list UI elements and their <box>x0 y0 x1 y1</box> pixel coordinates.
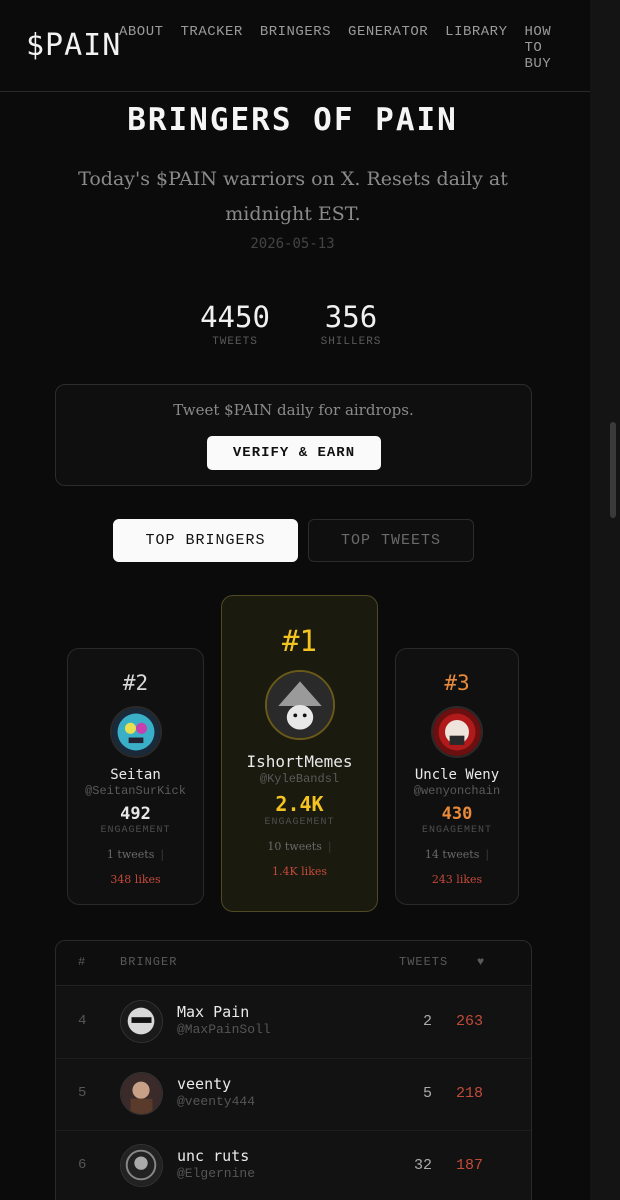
row-name[interactable]: veenty <box>177 1075 231 1093</box>
verify-message: Tweet $PAIN daily for airdrops. <box>173 401 414 419</box>
separator: | <box>485 848 490 861</box>
nav-link-generator[interactable]: GENERATOR <box>348 24 428 72</box>
stat-tweets-value: 4450 <box>200 300 270 334</box>
row-position: 6 <box>78 1157 87 1173</box>
avatar <box>120 1072 163 1115</box>
page-subtitle: Today's $PAIN warriors on X. Resets dail… <box>78 168 508 225</box>
tweet-count: 1 tweets | <box>68 848 203 861</box>
likes-count: 1.4K likes <box>271 865 328 878</box>
header-tweets: TWEETS <box>399 955 449 969</box>
tweet-count-text: 10 tweets <box>267 840 322 853</box>
nav-link-about[interactable]: ABOUT <box>119 24 164 72</box>
engagement-label: ENGAGEMENT <box>421 825 492 836</box>
header-pos: # <box>78 955 87 969</box>
avatar-seitan-icon <box>111 708 160 756</box>
username[interactable]: Uncle Weny <box>396 767 518 783</box>
stat-tweets: 4450 TWEETS <box>192 300 278 348</box>
avatar <box>120 1000 163 1043</box>
verify-panel: Tweet $PAIN daily for airdrops. VERIFY &… <box>55 384 532 486</box>
row-tweets: 32 <box>413 1157 432 1174</box>
stat-shillers-label: SHILLERS <box>320 336 382 348</box>
podium-card-third[interactable]: #3 Uncle Weny @wenyonchain 430 ENGAGEMEN… <box>395 648 519 905</box>
table-row[interactable]: 6 unc ruts @Elgernine 32 187 <box>56 1131 531 1200</box>
row-likes: 218 <box>456 1085 484 1102</box>
tweet-count: 14 tweets | <box>396 848 518 861</box>
likes-count: 243 likes <box>431 873 483 886</box>
nav-link-library[interactable]: LIBRARY <box>445 24 507 72</box>
row-likes: 263 <box>456 1013 484 1030</box>
header-bringer: BRINGER <box>120 955 178 969</box>
table-row[interactable]: 4 Max Pain @MaxPainSoll 2 263 <box>56 987 531 1059</box>
row-name[interactable]: unc ruts <box>177 1147 249 1165</box>
table-header: # BRINGER TWEETS ♥ <box>56 941 531 986</box>
engagement-value: 492 <box>120 804 151 824</box>
separator: | <box>327 840 332 853</box>
row-name[interactable]: Max Pain <box>177 1003 249 1021</box>
engagement-value: 2.4K <box>275 792 324 816</box>
current-date: 2026-05-13 <box>250 236 335 252</box>
page-title: BRINGERS OF PAIN <box>127 102 458 138</box>
rank-label: #2 <box>122 671 149 695</box>
avatar-uncruts-icon <box>121 1145 162 1186</box>
row-tweets: 2 <box>422 1013 432 1030</box>
scrollbar-thumb[interactable] <box>610 422 616 518</box>
tweet-count: 10 tweets | <box>222 840 377 853</box>
header-likes-heart-icon: ♥ <box>477 955 486 969</box>
user-handle[interactable]: @wenyonchain <box>396 784 518 798</box>
engagement-value: 430 <box>441 804 473 824</box>
row-tweets: 5 <box>422 1085 432 1102</box>
avatar-veenty-icon <box>121 1073 162 1114</box>
nav-link-how-to-buy[interactable]: HOW TO BUY <box>524 24 558 72</box>
nav-link-tracker[interactable]: TRACKER <box>181 24 243 72</box>
row-position: 5 <box>78 1085 87 1101</box>
engagement-label: ENGAGEMENT <box>100 825 171 836</box>
stat-tweets-label: TWEETS <box>212 336 258 348</box>
tab-top-tweets[interactable]: TOP TWEETS <box>308 519 474 562</box>
likes-count: 348 likes <box>110 873 161 886</box>
username[interactable]: Seitan <box>68 767 203 783</box>
avatar-uncleweny-icon <box>433 708 481 756</box>
row-position: 4 <box>78 1013 87 1029</box>
row-handle[interactable]: @veenty444 <box>177 1094 255 1109</box>
tab-top-bringers[interactable]: TOP BRINGERS <box>113 519 298 562</box>
nav-links: ABOUT TRACKER BRINGERS GENERATOR LIBRARY… <box>119 24 617 72</box>
page-scrollbar[interactable] <box>590 0 620 1200</box>
separator: | <box>160 848 165 861</box>
username[interactable]: IshortMemes <box>222 752 377 771</box>
row-handle[interactable]: @Elgernine <box>177 1166 255 1181</box>
tweet-count-text: 1 tweets <box>106 848 155 861</box>
avatar <box>109 706 162 758</box>
top-nav: $PAIN ABOUT TRACKER BRINGERS GENERATOR L… <box>0 0 617 92</box>
site-logo[interactable]: $PAIN <box>26 28 121 63</box>
table-row[interactable]: 5 veenty @veenty444 5 218 <box>56 1059 531 1131</box>
avatar <box>264 670 335 740</box>
tweet-count-text: 14 tweets <box>424 848 480 861</box>
leaderboard-table: # BRINGER TWEETS ♥ 4 Max Pain @MaxPainSo… <box>55 940 532 1200</box>
user-handle[interactable]: @SeitanSurKick <box>68 784 203 798</box>
avatar-maxpain-icon <box>121 1001 162 1042</box>
avatar <box>431 706 483 758</box>
nav-link-bringers[interactable]: BRINGERS <box>260 24 331 72</box>
avatar <box>120 1144 163 1187</box>
avatar-ishortmemes-icon <box>266 672 333 738</box>
stat-shillers: 356 SHILLERS <box>308 300 394 348</box>
verify-earn-button[interactable]: VERIFY & EARN <box>207 436 381 470</box>
stat-shillers-value: 356 <box>324 300 378 334</box>
row-likes: 187 <box>456 1157 484 1174</box>
engagement-label: ENGAGEMENT <box>264 817 335 828</box>
rank-label: #1 <box>282 624 317 658</box>
user-handle[interactable]: @KyleBandsl <box>222 772 377 786</box>
podium-card-second[interactable]: #2 Seitan @SeitanSurKick 492 ENGAGEMENT … <box>67 648 204 905</box>
row-handle[interactable]: @MaxPainSoll <box>177 1022 271 1037</box>
podium-card-first[interactable]: #1 IshortMemes @KyleBandsl 2.4K ENGAGEME… <box>221 595 378 912</box>
rank-label: #3 <box>444 671 470 695</box>
